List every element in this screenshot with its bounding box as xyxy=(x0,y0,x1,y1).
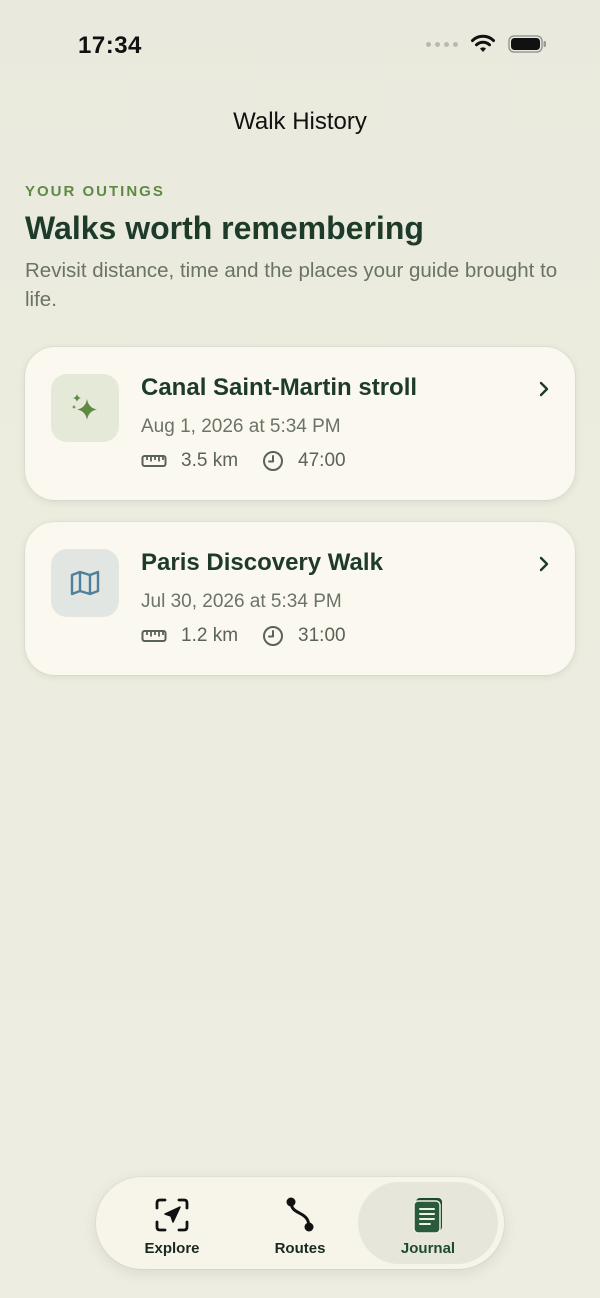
walk-title: Paris Discovery Walk xyxy=(141,549,383,576)
walk-date: Aug 1, 2026 at 5:34 PM xyxy=(141,416,341,437)
tab-routes-label: Routes xyxy=(274,1240,326,1257)
tab-routes[interactable]: Routes xyxy=(230,1182,370,1264)
section-subtitle: Revisit distance, time and the places yo… xyxy=(25,259,558,311)
map-icon xyxy=(70,570,100,596)
duration-value: 47:00 xyxy=(298,450,346,471)
distance-stat: 1.2 km xyxy=(141,625,238,647)
sparkles-icon xyxy=(72,394,97,420)
page-title: Walk History xyxy=(233,108,367,135)
tab-explore[interactable]: Explore xyxy=(102,1182,242,1264)
distance-value: 1.2 km xyxy=(181,625,239,646)
tab-journal[interactable]: Journal xyxy=(358,1182,498,1264)
walk-card[interactable]: Paris Discovery Walk Jul 30, 2026 at 5:3… xyxy=(25,522,575,675)
walk-thumbnail xyxy=(51,549,119,617)
duration-stat: 47:00 xyxy=(262,450,346,472)
section-headline: Walks worth remembering xyxy=(25,210,424,246)
status-time: 17:34 xyxy=(78,32,142,59)
walk-title: Canal Saint-Martin stroll xyxy=(141,374,418,401)
walk-card[interactable]: Canal Saint-Martin stroll Aug 1, 2026 at… xyxy=(25,347,575,500)
status-bar: 17:34 xyxy=(0,0,600,92)
walk-date: Jul 30, 2026 at 5:34 PM xyxy=(141,591,342,612)
duration-value: 31:00 xyxy=(298,625,346,646)
tab-explore-label: Explore xyxy=(144,1240,200,1257)
distance-value: 3.5 km xyxy=(181,450,239,471)
walk-stats: 3.5 km 47:00 xyxy=(141,450,346,472)
walk-stats: 1.2 km 31:00 xyxy=(141,625,346,647)
chevron-right-icon xyxy=(539,556,549,572)
distance-stat: 3.5 km xyxy=(141,450,238,472)
duration-stat: 31:00 xyxy=(262,625,346,647)
section-eyebrow: YOUR OUTINGS xyxy=(25,183,165,200)
tab-bar: Explore Routes Journal xyxy=(96,1177,504,1269)
ruler-icon xyxy=(141,630,167,642)
ruler-icon xyxy=(141,455,167,467)
tab-journal-label: Journal xyxy=(400,1240,456,1257)
journal-icon xyxy=(413,1198,442,1234)
routes-icon xyxy=(286,1197,314,1232)
explore-icon xyxy=(155,1198,189,1232)
wifi-icon xyxy=(471,34,495,52)
clock-icon xyxy=(263,451,284,471)
battery-icon xyxy=(508,35,546,53)
walk-thumbnail xyxy=(51,374,119,442)
chevron-right-icon xyxy=(539,381,549,397)
signal-dots-icon xyxy=(426,41,458,47)
clock-icon xyxy=(263,626,284,646)
status-icons xyxy=(426,34,548,54)
